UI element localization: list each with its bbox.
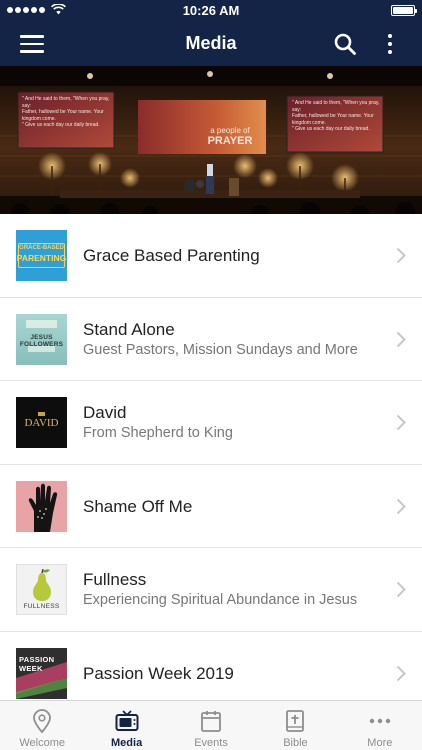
tab-more[interactable]: More [338, 701, 422, 750]
thumbnail-caption-top: GRACE-BASED [19, 245, 64, 251]
series-thumbnail: FULLNESS [16, 564, 67, 615]
tv-icon [115, 710, 139, 731]
media-list-item[interactable]: DAVID David From Shepherd to King [0, 381, 422, 465]
series-thumbnail: PASSION WEEK [16, 647, 67, 699]
chevron-right-icon [396, 414, 406, 431]
hand-illustration [28, 483, 58, 532]
center-screen-title: PRAYER [207, 135, 253, 147]
left-screen-text: " And He said to them, "When you pray, s… [22, 96, 110, 129]
bible-icon [286, 710, 305, 732]
chevron-right-icon [396, 581, 406, 598]
series-thumbnail: JESUS FOLLOWERS [16, 313, 67, 365]
status-bar: 10:26 AM [0, 0, 422, 22]
series-title: Passion Week 2019 [83, 663, 234, 683]
calendar-icon [201, 711, 221, 732]
right-screen-line: " Give us each day our daily bread. [292, 126, 370, 132]
thumbnail-caption-main: FULLNESS [23, 603, 60, 610]
status-time: 10:26 AM [182, 3, 240, 18]
tab-bar: Welcome Media Events Bible More [0, 700, 422, 750]
tab-label: Bible [283, 737, 308, 749]
thumbnail-caption-main: WEEK [19, 663, 43, 673]
location-pin-icon [33, 709, 52, 734]
page-title: Media [185, 33, 237, 53]
center-screen-subtitle: a people of [210, 126, 250, 135]
tab-label: Welcome [19, 737, 66, 749]
tab-events[interactable]: Events [169, 701, 253, 750]
thumbnail-caption-top: PASSION [19, 654, 55, 664]
series-title: David [83, 403, 127, 422]
chevron-right-icon [396, 498, 406, 514]
tab-media[interactable]: Media [84, 701, 168, 750]
search-icon[interactable] [333, 32, 357, 56]
chevron-right-icon [396, 247, 406, 264]
hero-banner: " And He said to them, "When you pray, s… [0, 66, 422, 214]
tab-label: Media [111, 737, 143, 749]
media-list-item[interactable]: JESUS FOLLOWERS Stand Alone Guest Pastor… [0, 297, 422, 381]
left-screen-line: " Give us each day our daily bread. [22, 122, 100, 128]
battery-icon [391, 5, 417, 16]
media-list-item[interactable]: GRACE-BASED PARENTING Grace Based Parent… [0, 214, 422, 298]
navigation-bar: Media [0, 22, 422, 66]
series-title: Fullness [83, 570, 147, 589]
series-thumbnail: GRACE-BASED PARENTING [16, 230, 67, 281]
series-thumbnail: DAVID [16, 397, 67, 448]
right-screen-line: Father, hallowed be Your name. Your king… [292, 113, 374, 126]
right-screen-line: " And He said to them, "When you pray, s… [292, 100, 380, 113]
right-screen-text: " And He said to them, "When you pray, s… [292, 100, 380, 133]
series-subtitle: Experiencing Spiritual Abundance in Jesu… [83, 592, 358, 608]
tab-label: More [367, 737, 393, 749]
series-title: Shame Off Me [83, 496, 193, 516]
series-subtitle: From Shepherd to King [83, 425, 233, 441]
series-thumbnail [16, 480, 67, 532]
media-list-item[interactable]: Shame Off Me [0, 464, 422, 548]
thumbnail-caption-main: PARENTING [16, 253, 67, 263]
center-screen-text: a people of PRAYER [196, 126, 264, 147]
series-subtitle: Guest Pastors, Mission Sundays and More [83, 341, 358, 358]
more-options-icon[interactable] [380, 30, 400, 58]
thumbnail-caption-main: DAVID [24, 417, 59, 429]
tab-bible[interactable]: Bible [253, 701, 337, 750]
left-screen-line: " And He said to them, "When you pray, s… [22, 96, 110, 109]
tab-welcome[interactable]: Welcome [0, 701, 84, 750]
chevron-right-icon [396, 331, 406, 347]
left-screen-line: Father, hallowed be Your name. Your king… [22, 109, 104, 122]
series-title: Grace Based Parenting [83, 246, 260, 265]
tab-label: Events [194, 737, 228, 749]
series-title: Stand Alone [83, 319, 175, 339]
more-icon [369, 718, 391, 724]
chevron-right-icon [396, 665, 406, 681]
media-list: GRACE-BASED PARENTING Grace Based Parent… [0, 214, 422, 715]
media-list-item[interactable]: FULLNESS Fullness Experiencing Spiritual… [0, 548, 422, 632]
